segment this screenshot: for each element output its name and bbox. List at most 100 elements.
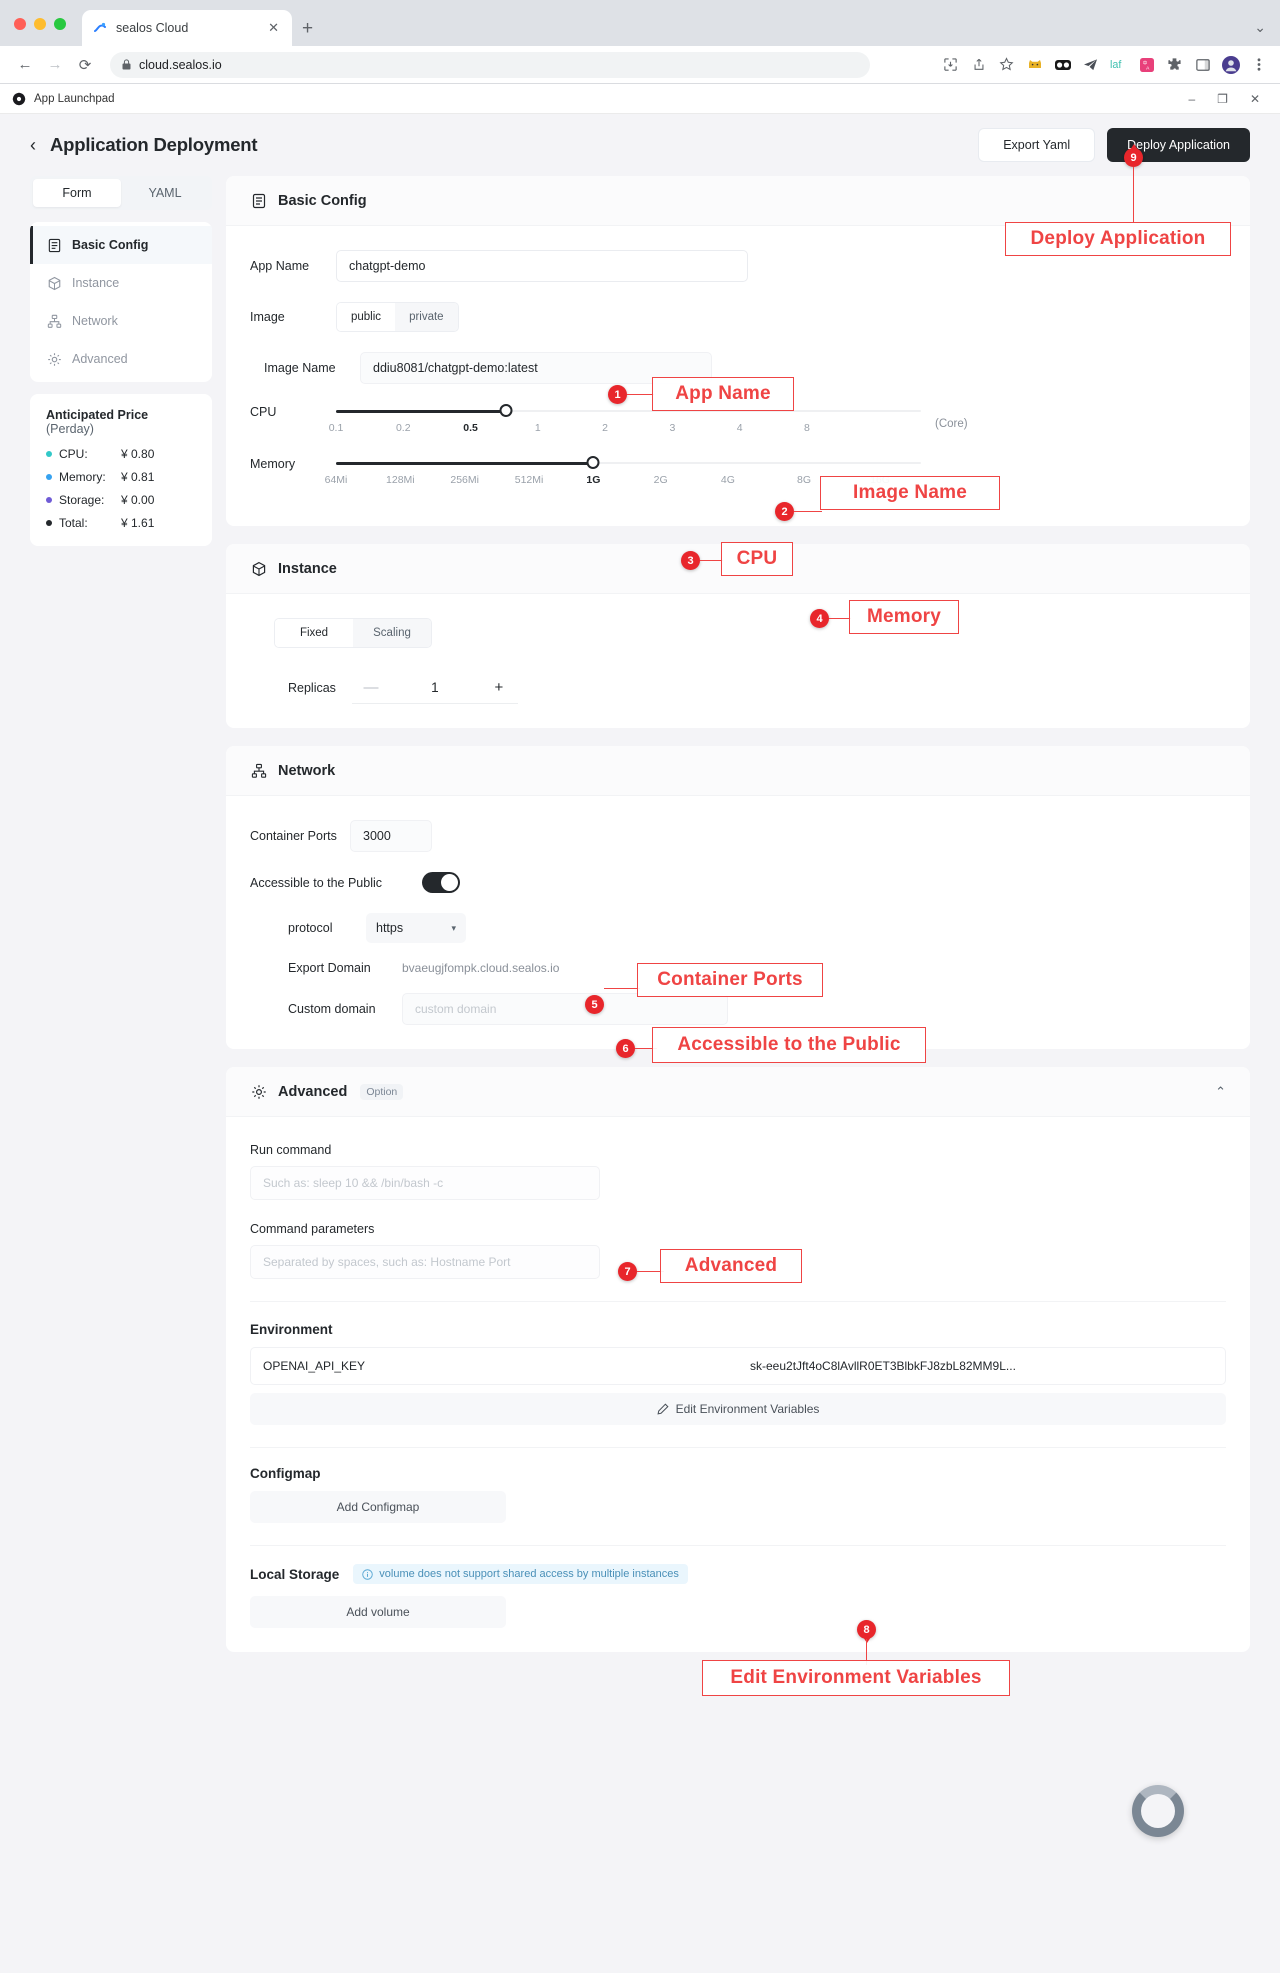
cpu-tick-selected: 0.5 [463,422,478,434]
cpu-slider-ticks: 0.1 0.2 0.5 1 2 3 4 8 [329,422,921,438]
telegram-icon[interactable] [1081,55,1100,74]
memory-slider-ticks: 64Mi 128Mi 256Mi 512Mi 1G 2G 4G 8G 16G [325,474,921,490]
back-button[interactable]: ← [12,52,38,78]
bookmark-star-icon[interactable] [997,55,1016,74]
memory-slider-thumb[interactable] [586,456,600,469]
container-ports-input[interactable]: 3000 [350,820,432,852]
close-window-dot[interactable] [14,18,26,30]
memory-tick: 128Mi [386,474,415,486]
add-volume-button[interactable]: Add volume [250,1596,506,1628]
sidebar-item-instance[interactable]: Instance [30,264,212,302]
cpu-tick: 0.2 [395,422,411,434]
sidebar-item-network[interactable]: Network [30,302,212,340]
page-title: Application Deployment [50,134,258,155]
price-card-title: Anticipated Price (Perday) [46,408,196,436]
window-maximize-button[interactable]: ❐ [1217,92,1228,106]
local-storage-section-title: Local Storage [250,1566,340,1582]
memory-tick: 256Mi [450,474,479,486]
sealos-favicon [94,22,106,32]
image-visibility-toggle: public private [336,302,459,332]
cat-extension-icon[interactable] [1025,55,1044,74]
env-variable-value: sk-eeu2tJft4oC8lAvllR0ET3BlbkFJ8zbL82MM9… [750,1359,1016,1373]
export-yaml-button[interactable]: Export Yaml [978,128,1096,162]
instance-mode-fixed[interactable]: Fixed [275,619,353,647]
cpu-slider[interactable]: 0.1 0.2 0.5 1 2 3 4 8 [329,404,921,440]
laf-icon[interactable]: laf [1109,55,1128,74]
image-public-option[interactable]: public [337,303,396,331]
window-close-button[interactable]: ✕ [1250,92,1260,106]
custom-domain-input[interactable]: custom domain [402,993,728,1025]
row-app-name: App Name chatgpt-demo [250,250,1226,282]
browser-tab[interactable]: sealos Cloud ✕ [82,10,292,46]
panel-header-instance: Instance [226,544,1250,594]
new-tab-button[interactable]: + [302,19,313,38]
tab-yaml[interactable]: YAML [121,179,209,207]
dark-reader-icon[interactable] [1053,55,1072,74]
export-domain-label: Export Domain [288,961,371,975]
main-content: Basic Config App Name chatgpt-demo Image… [226,176,1250,1652]
tab-form[interactable]: Form [33,179,121,207]
cpu-unit-label: (Core) [935,418,968,430]
maximize-window-dot[interactable] [54,18,66,30]
cube-icon [46,275,62,291]
profile-avatar-icon[interactable] [1221,55,1240,74]
address-bar[interactable]: cloud.sealos.io [110,51,870,78]
accessible-public-label: Accessible to the Public [250,875,383,890]
share-icon[interactable] [969,55,988,74]
chevron-up-icon[interactable]: ⌃ [1215,1084,1226,1100]
forward-button[interactable]: → [42,52,68,78]
document-icon [46,237,62,253]
instance-mode-scaling[interactable]: Scaling [353,619,431,647]
browser-toolbar-icons: laf 中A [941,55,1268,74]
sidebar-item-advanced[interactable]: Advanced [30,340,212,378]
panel-network: Network Container Ports 3000 Accessible … [226,746,1250,1049]
side-panel-icon[interactable] [1193,55,1212,74]
row-memory-slider: Memory 64Mi 128Mi 256Mi 512Mi 1G 2G 4G 8… [250,456,1226,492]
reload-button[interactable]: ⟳ [72,52,98,78]
replicas-decrement-button[interactable]: — [352,679,390,696]
memory-label: Memory [250,457,296,471]
panel-body-network: Container Ports 3000 Accessible to the P… [226,796,1250,1049]
tab-close-icon[interactable]: ✕ [265,20,282,36]
price-value-cpu: ¥ 0.80 [121,447,155,461]
price-label-storage: Storage: [59,493,105,507]
sidebar-item-label: Instance [72,276,120,290]
replicas-increment-button[interactable]: + [480,679,518,696]
panel-advanced: Advanced Option ⌃ Run command Such as: s… [226,1067,1250,1652]
kebab-menu-icon[interactable] [1249,55,1268,74]
window-minimize-button[interactable]: – [1188,92,1195,106]
price-title-bold: Anticipated Price [46,408,149,422]
export-domain-value: bvaeugjfompk.cloud.sealos.io [402,961,560,975]
protocol-select[interactable]: https ▾ [366,913,466,943]
app-window-titlebar: App Launchpad – ❐ ✕ [0,84,1280,114]
deploy-application-button[interactable]: Deploy Application [1107,128,1250,162]
back-navigation-icon[interactable]: ‹ [30,135,36,156]
address-bar-url: cloud.sealos.io [139,57,222,72]
cpu-slider-thumb[interactable] [499,404,513,417]
run-command-input[interactable]: Such as: sleep 10 && /bin/bash -c [250,1166,600,1200]
app-name-input[interactable]: chatgpt-demo [336,250,748,282]
command-parameters-input[interactable]: Separated by spaces, such as: Hostname P… [250,1245,600,1279]
minimize-window-dot[interactable] [34,18,46,30]
image-private-option[interactable]: private [395,303,458,331]
replicas-value[interactable]: 1 [390,680,480,695]
panel-header-advanced[interactable]: Advanced Option ⌃ [226,1067,1250,1117]
replicas-label: Replicas [288,681,336,695]
chevron-down-icon: ▾ [451,922,456,933]
tab-list-caret-icon[interactable]: ⌄ [1254,19,1266,36]
puzzle-extension-icon[interactable] [1165,55,1184,74]
install-app-icon[interactable] [941,55,960,74]
sidebar-item-basic-config[interactable]: Basic Config [30,226,212,264]
memory-slider[interactable]: 64Mi 128Mi 256Mi 512Mi 1G 2G 4G 8G 16G [325,456,921,492]
image-name-input[interactable]: ddiu8081/chatgpt-demo:latest [360,352,712,384]
panel-body-advanced: Run command Such as: sleep 10 && /bin/ba… [226,1117,1250,1652]
row-image-type: Image public private [250,302,1226,332]
panel-title: Network [278,762,336,779]
accessible-public-toggle[interactable] [422,872,460,893]
replicas-stepper[interactable]: — 1 + [351,672,518,704]
app-name-label: App Name [250,259,310,273]
edit-environment-variables-button[interactable]: Edit Environment Variables [250,1393,1226,1425]
add-configmap-button[interactable]: Add Configmap [250,1491,506,1523]
translate-extension-icon[interactable]: 中A [1137,55,1156,74]
cpu-label: CPU [250,405,277,419]
